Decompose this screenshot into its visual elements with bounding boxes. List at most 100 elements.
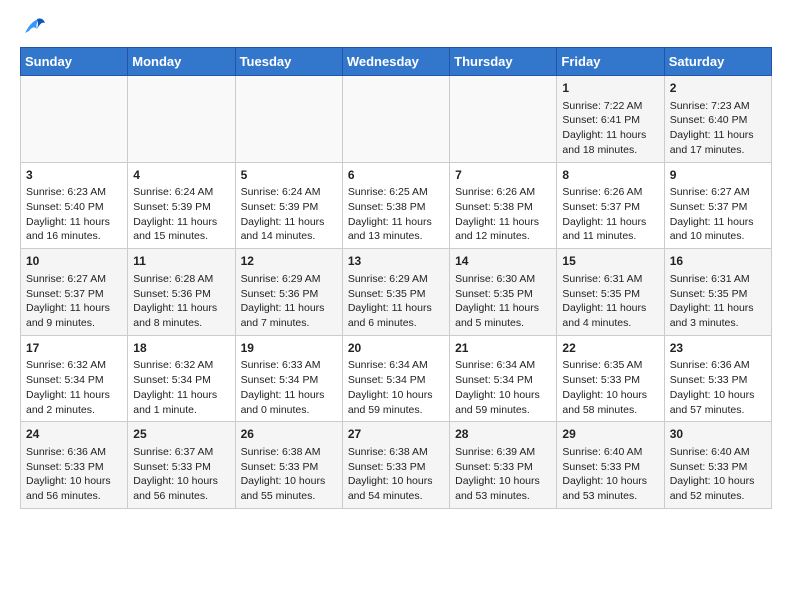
day-info: Daylight: 11 hours and 1 minute.: [133, 388, 229, 417]
calendar-cell: 20Sunrise: 6:34 AMSunset: 5:34 PMDayligh…: [342, 335, 449, 422]
day-number: 22: [562, 340, 658, 357]
day-number: 10: [26, 253, 122, 270]
day-number: 13: [348, 253, 444, 270]
day-number: 6: [348, 167, 444, 184]
calendar-cell: 21Sunrise: 6:34 AMSunset: 5:34 PMDayligh…: [450, 335, 557, 422]
calendar-cell: [21, 76, 128, 163]
day-info: Sunset: 5:33 PM: [26, 460, 122, 475]
day-info: Sunrise: 7:23 AM: [670, 99, 766, 114]
logo: [20, 20, 47, 37]
day-number: 30: [670, 426, 766, 443]
day-info: Daylight: 10 hours and 59 minutes.: [455, 388, 551, 417]
calendar-cell: 27 Sunrise: 6:38 AMSunset: 5:33 PMDayligh…: [342, 422, 449, 509]
day-number: 27: [348, 426, 444, 443]
day-info: Sunset: 5:34 PM: [133, 373, 229, 388]
day-info: Sunset: 5:37 PM: [562, 200, 658, 215]
day-info: Sunrise: 6:25 AM: [348, 185, 444, 200]
day-info: Daylight: 10 hours and 54 minutes.: [348, 474, 444, 503]
day-info: Sunset: 5:33 PM: [133, 460, 229, 475]
day-info: Sunrise: 6:29 AM: [348, 272, 444, 287]
calendar-cell: 14Sunrise: 6:30 AMSunset: 5:35 PMDayligh…: [450, 249, 557, 336]
day-number: 23: [670, 340, 766, 357]
day-number: 19: [241, 340, 337, 357]
calendar-week-row: 24Sunrise: 6:36 AMSunset: 5:33 PMDayligh…: [21, 422, 772, 509]
day-number: 2: [670, 80, 766, 97]
day-number: 15: [562, 253, 658, 270]
day-number: 21: [455, 340, 551, 357]
day-info: Daylight: 10 hours and 56 minutes.: [26, 474, 122, 503]
day-info: Sunrise: 6:27 AM: [670, 185, 766, 200]
day-info: Sunset: 5:36 PM: [133, 287, 229, 302]
calendar-cell: 28Sunrise: 6:39 AMSunset: 5:33 PMDayligh…: [450, 422, 557, 509]
day-info: Daylight: 11 hours and 11 minutes.: [562, 215, 658, 244]
day-number: 1: [562, 80, 658, 97]
day-info: Sunrise: 6:28 AM: [133, 272, 229, 287]
calendar-cell: 12Sunrise: 6:29 AMSunset: 5:36 PMDayligh…: [235, 249, 342, 336]
calendar-cell: [450, 76, 557, 163]
calendar-cell: 1Sunrise: 7:22 AMSunset: 6:41 PMDaylight…: [557, 76, 664, 163]
day-info: Daylight: 10 hours and 53 minutes.: [562, 474, 658, 503]
day-info: Daylight: 11 hours and 0 minutes.: [241, 388, 337, 417]
calendar-cell: [342, 76, 449, 163]
calendar-day-header: Sunday: [21, 48, 128, 76]
day-info: Sunrise: 6:36 AM: [26, 445, 122, 460]
day-info: Daylight: 11 hours and 16 minutes.: [26, 215, 122, 244]
day-info: Sunset: 5:38 PM: [348, 200, 444, 215]
calendar-cell: 16Sunrise: 6:31 AMSunset: 5:35 PMDayligh…: [664, 249, 771, 336]
day-number: 20: [348, 340, 444, 357]
day-info: Sunset: 5:39 PM: [133, 200, 229, 215]
day-number: 18: [133, 340, 229, 357]
day-info: Sunrise: 6:31 AM: [670, 272, 766, 287]
day-info: Sunset: 5:37 PM: [670, 200, 766, 215]
calendar-cell: 26Sunrise: 6:38 AMSunset: 5:33 PMDayligh…: [235, 422, 342, 509]
day-info: Sunset: 5:38 PM: [455, 200, 551, 215]
day-info: Sunrise: 6:34 AM: [348, 358, 444, 373]
calendar-cell: 5Sunrise: 6:24 AMSunset: 5:39 PMDaylight…: [235, 162, 342, 249]
day-info: Sunset: 5:33 PM: [348, 460, 444, 475]
day-info: Sunrise: 6:40 AM: [670, 445, 766, 460]
day-number: 11: [133, 253, 229, 270]
logo-bird-icon: [23, 15, 47, 37]
day-number: 26: [241, 426, 337, 443]
day-info: Sunset: 6:41 PM: [562, 113, 658, 128]
day-info: Sunrise: 6:30 AM: [455, 272, 551, 287]
calendar-week-row: 10 Sunrise: 6:27 AMSunset: 5:37 PM Dayligh…: [21, 249, 772, 336]
calendar-cell: 2Sunrise: 7:23 AMSunset: 6:40 PMDaylight…: [664, 76, 771, 163]
day-number: 28: [455, 426, 551, 443]
calendar-cell: 17Sunrise: 6:32 AMSunset: 5:34 PMDayligh…: [21, 335, 128, 422]
day-info: Sunset: 5:35 PM: [455, 287, 551, 302]
calendar-cell: [128, 76, 235, 163]
day-number: 25: [133, 426, 229, 443]
calendar-cell: 13Sunrise: 6:29 AMSunset: 5:35 PMDayligh…: [342, 249, 449, 336]
day-info: Sunrise: 6:26 AM: [562, 185, 658, 200]
day-info: Daylight: 11 hours and 13 minutes.: [348, 215, 444, 244]
calendar-week-row: 1Sunrise: 7:22 AMSunset: 6:41 PMDaylight…: [21, 76, 772, 163]
calendar-cell: 9Sunrise: 6:27 AMSunset: 5:37 PMDaylight…: [664, 162, 771, 249]
calendar-week-row: 3Sunrise: 6:23 AMSunset: 5:40 PMDaylight…: [21, 162, 772, 249]
day-info: Daylight: 11 hours and 3 minutes.: [670, 301, 766, 330]
day-info: Sunset: 5:39 PM: [241, 200, 337, 215]
day-info: Sunrise: 6:38 AM: [348, 445, 444, 460]
day-info: Sunset: 5:33 PM: [670, 460, 766, 475]
calendar-week-row: 17Sunrise: 6:32 AMSunset: 5:34 PMDayligh…: [21, 335, 772, 422]
day-info: Sunset: 5:37 PM: [26, 287, 122, 302]
day-info: Daylight: 11 hours and 6 minutes.: [348, 301, 444, 330]
day-info: Sunset: 5:35 PM: [562, 287, 658, 302]
day-info: Daylight: 10 hours and 57 minutes.: [670, 388, 766, 417]
day-number: 12: [241, 253, 337, 270]
day-info: Daylight: 10 hours and 59 minutes.: [348, 388, 444, 417]
day-info: Sunset: 5:33 PM: [670, 373, 766, 388]
day-info: Sunrise: 6:27 AM: [26, 272, 122, 287]
day-info: Daylight: 11 hours and 4 minutes.: [562, 301, 658, 330]
calendar-day-header: Wednesday: [342, 48, 449, 76]
calendar-cell: 22Sunrise: 6:35 AMSunset: 5:33 PMDayligh…: [557, 335, 664, 422]
day-info: Sunrise: 6:23 AM: [26, 185, 122, 200]
day-info: Sunrise: 6:34 AM: [455, 358, 551, 373]
day-info: Sunrise: 6:29 AM: [241, 272, 337, 287]
day-info: Sunrise: 6:37 AM: [133, 445, 229, 460]
day-number: 16: [670, 253, 766, 270]
day-info: Daylight: 11 hours and 15 minutes.: [133, 215, 229, 244]
day-number: 29: [562, 426, 658, 443]
day-info: Sunrise: 6:32 AM: [26, 358, 122, 373]
calendar-cell: 11Sunrise: 6:28 AMSunset: 5:36 PMDayligh…: [128, 249, 235, 336]
